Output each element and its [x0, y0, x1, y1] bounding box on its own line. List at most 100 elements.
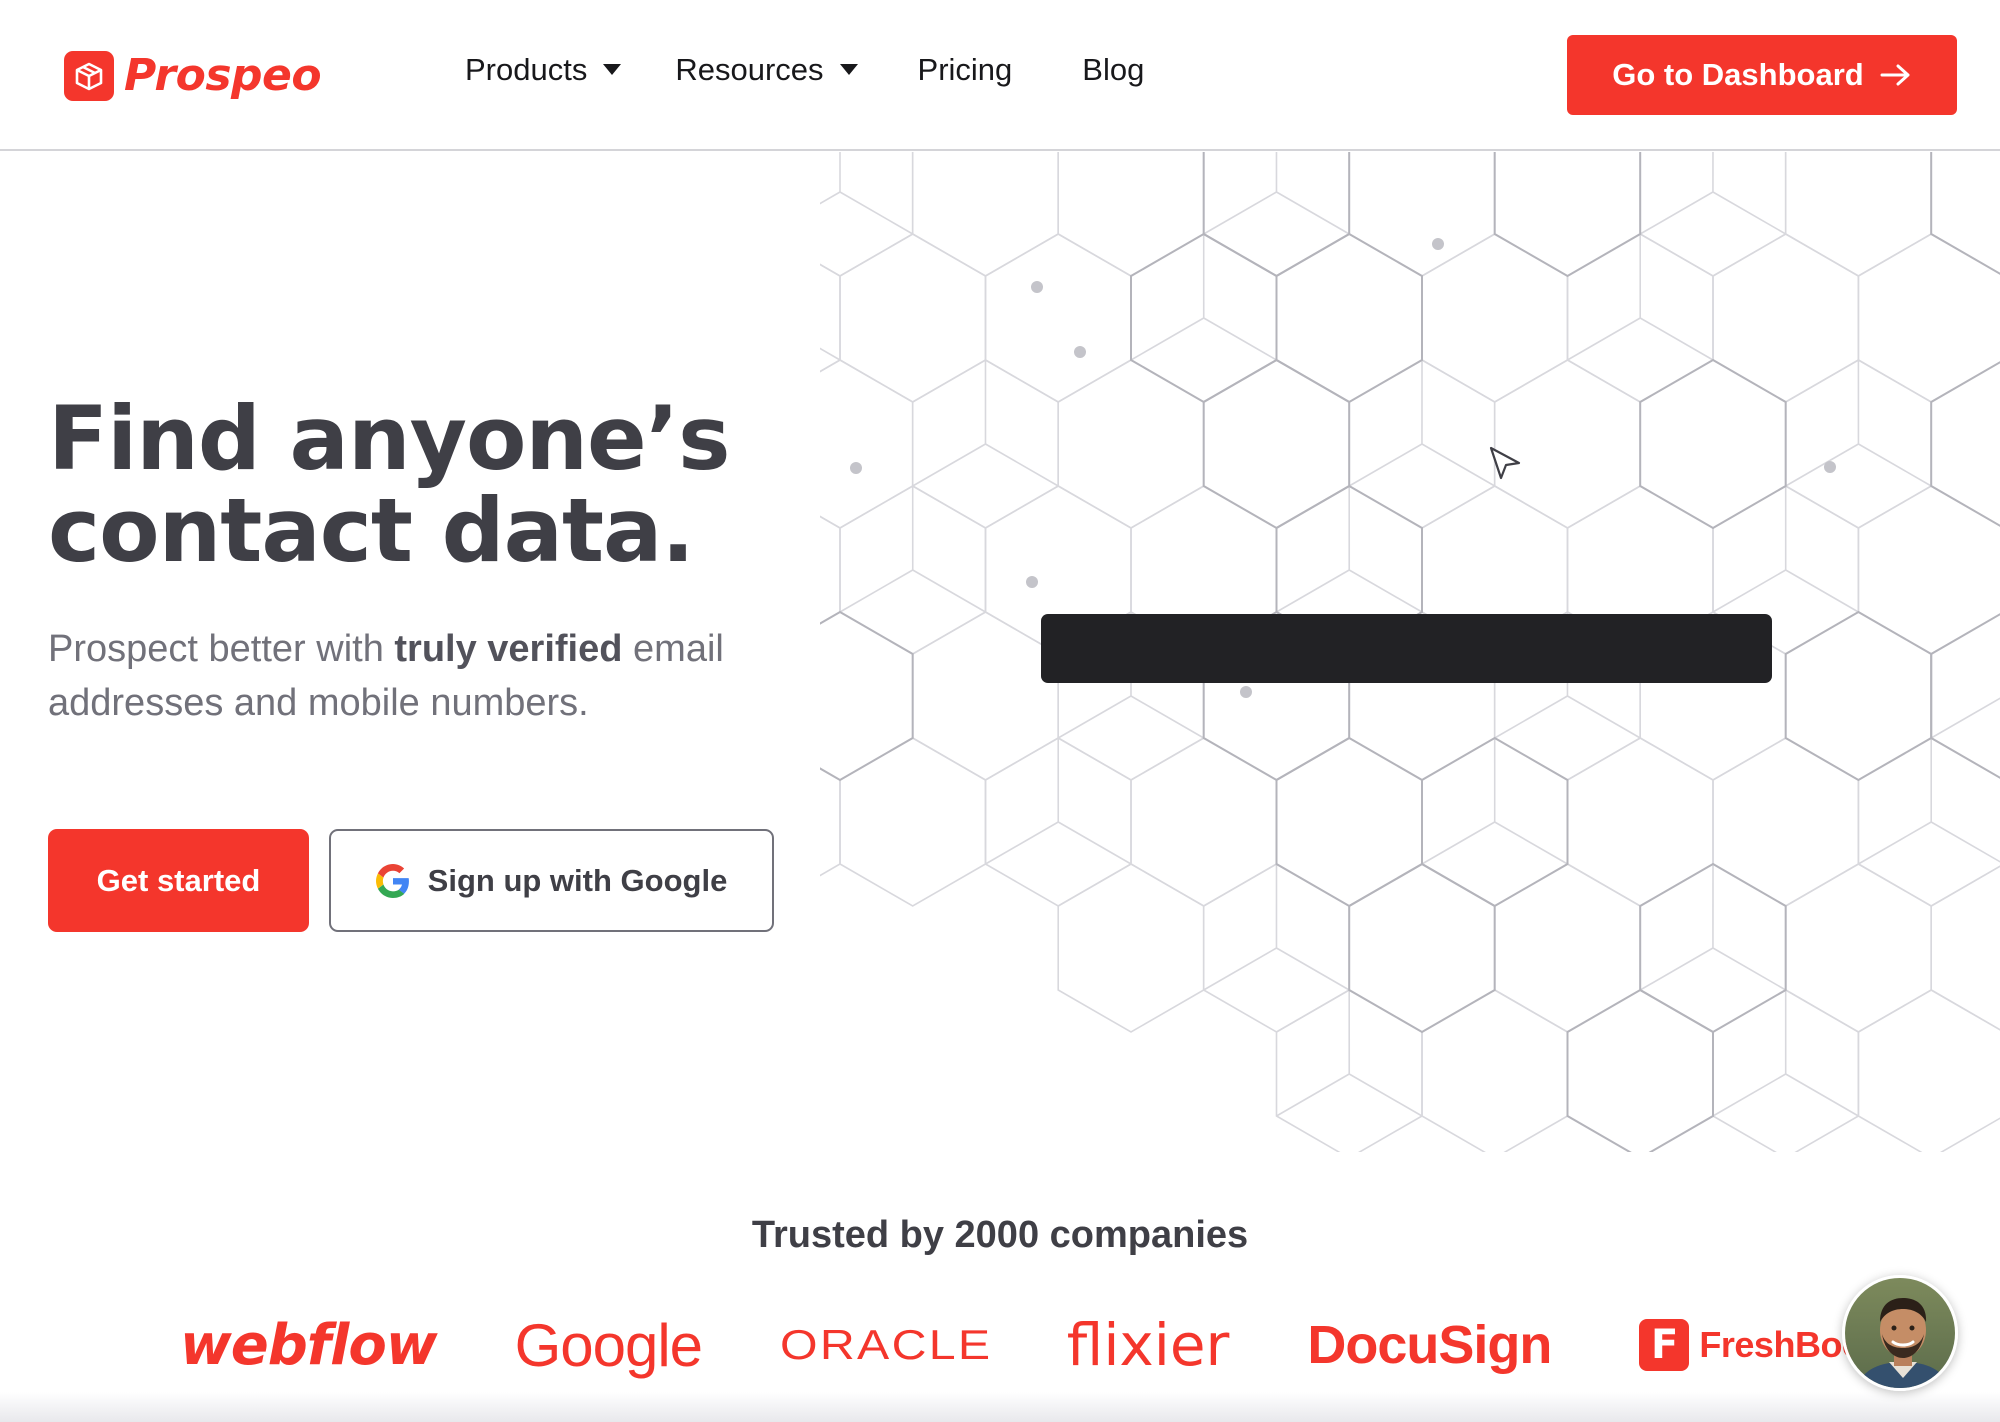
- hexagon-shape: [1421, 989, 1569, 1152]
- nav-resources-dropdown[interactable]: Resources: [675, 52, 858, 88]
- cube-edge-lines: [1858, 737, 2000, 865]
- cube-edge-lines: [1348, 359, 1496, 487]
- hexagon-shape: [820, 263, 841, 373]
- cube-edge-lines: [1203, 152, 1350, 235]
- cube-logo-icon: [64, 50, 114, 101]
- hexagon-shape: [1130, 737, 1278, 907]
- hexagon-shape: [1493, 359, 1641, 529]
- hexagon-shape: [1784, 610, 1933, 782]
- cube-edge-lines: [1276, 485, 1423, 613]
- cube-edge-lines: [1276, 989, 1423, 1117]
- hexagon-shape: [1857, 485, 2000, 655]
- get-started-label: Get started: [96, 862, 261, 898]
- brand-name: Prospeo: [124, 50, 322, 101]
- nav-products-label: Products: [465, 52, 588, 87]
- cube-edge-lines: [820, 152, 914, 235]
- nav-blog-link[interactable]: Blog: [1082, 52, 1144, 88]
- oracle-logo: ORACLE: [780, 1321, 993, 1368]
- hexagon-shape: [1057, 152, 1205, 277]
- trusted-by-heading: Trusted by 2000 companies: [751, 1214, 1249, 1256]
- cube-edge-lines: [1785, 359, 1932, 487]
- hexagon-shape: [1712, 737, 1860, 907]
- grid-node-dot: [1432, 238, 1444, 250]
- freshbooks-f-icon: F: [1639, 1319, 1690, 1371]
- hexagon-shape: [1275, 232, 1423, 404]
- nav-products-dropdown[interactable]: Products: [465, 52, 622, 88]
- page: Prospeo Products Resources Pricing Blog …: [0, 0, 2000, 1422]
- hexagon-shape: [1930, 152, 2000, 275]
- grid-node-dot: [1074, 346, 1086, 358]
- hexagon-shape: [1275, 736, 1423, 908]
- caret-down-icon: [839, 64, 858, 75]
- webflow-logo: webflow: [180, 1312, 438, 1378]
- hero-subtitle: Prospect better with truly verified emai…: [48, 622, 828, 730]
- chat-avatar-button[interactable]: [1842, 1275, 1958, 1391]
- hexagon-shape: [1421, 233, 1569, 403]
- hexagon-shape: [1202, 358, 1351, 530]
- hero-cta-row: Get started Sign up with Google: [48, 829, 774, 932]
- hexagon-shape: [1348, 152, 1496, 277]
- grid-node-dot: [1824, 461, 1836, 473]
- get-started-button[interactable]: Get started: [48, 829, 309, 932]
- hexagon-shape: [839, 233, 987, 403]
- google-g-icon: [375, 863, 409, 898]
- nav-pricing-link[interactable]: Pricing: [918, 52, 1013, 88]
- hexagon-shape: [1639, 358, 1787, 530]
- hexagon-shape: [1348, 862, 1496, 1034]
- hexagon-shape: [1493, 863, 1641, 1033]
- docusign-logo: DocuSign: [1307, 1315, 1552, 1375]
- hexagon-shape: [1857, 989, 2000, 1152]
- cube-edge-lines: [1130, 233, 1277, 361]
- hexagon-shape: [1930, 865, 2000, 1031]
- hexagon-shape: [911, 152, 1059, 277]
- cube-edge-lines: [1203, 863, 1350, 991]
- hexagon-shape: [1784, 863, 1932, 1033]
- hexagon-shape: [1857, 233, 2000, 403]
- top-navigation: Prospeo Products Resources Pricing Blog …: [0, 0, 2000, 151]
- avatar-chat-icon: [1845, 1278, 1955, 1388]
- hexagon-shape: [1057, 359, 1205, 529]
- cube-edge-lines: [1639, 152, 1787, 235]
- grid-node-dot: [1031, 281, 1043, 293]
- google-logo: Google: [514, 1311, 703, 1379]
- cube-edge-lines: [1567, 233, 1714, 361]
- dashboard-button-label: Go to Dashboard: [1612, 57, 1864, 92]
- hexagon-shape: [1493, 152, 1642, 278]
- hexagon-shape: [1566, 737, 1714, 907]
- google-button-label: Sign up with Google: [427, 862, 728, 898]
- hexagon-shape: [1857, 737, 2000, 907]
- hexagon-shape: [1930, 613, 2000, 779]
- cube-edge-lines: [1930, 697, 2000, 739]
- hexagon-shape: [839, 737, 987, 907]
- cube-edge-lines: [1712, 990, 1859, 1117]
- hexagon-shape: [1930, 361, 2000, 527]
- grid-node-dot: [1240, 686, 1252, 698]
- nav-resources-label: Resources: [675, 52, 824, 87]
- nav-pricing-label: Pricing: [917, 52, 1013, 87]
- caret-down-icon: [603, 64, 622, 75]
- hero-title: Find anyone’s contact data.: [48, 387, 731, 582]
- cube-edge-lines: [1421, 737, 1568, 865]
- hexagon-shape: [1784, 152, 1932, 277]
- flixier-logo: flixier: [1066, 1311, 1230, 1379]
- hexagon-shape: [820, 610, 914, 782]
- sign-up-with-google-button[interactable]: Sign up with Google: [329, 829, 774, 932]
- customer-logos-row: webflow Google ORACLE flixier DocuSign F…: [180, 1300, 1903, 1390]
- brand-logo[interactable]: Prospeo: [64, 50, 322, 101]
- arrow-right-icon: [1880, 64, 1910, 86]
- cube-edge-lines: [820, 347, 841, 361]
- cube-edge-lines: [985, 737, 1132, 865]
- hexagon-shape: [911, 611, 1059, 781]
- go-to-dashboard-button[interactable]: Go to Dashboard: [1567, 35, 1957, 115]
- hexagon-shape: [820, 152, 914, 277]
- hero-subtitle-prefix: Prospect better with: [48, 628, 395, 670]
- bottom-edge-shadow: [0, 1392, 2000, 1422]
- cube-edge-lines: [1639, 863, 1787, 991]
- hero-subtitle-bold: truly verified: [394, 628, 623, 670]
- nav-links: Products Resources Pricing Blog: [465, 52, 1144, 88]
- mouse-pointer-icon: [1489, 446, 1521, 480]
- cube-edge-lines: [1712, 486, 1859, 613]
- hexagon-shape: [984, 233, 1132, 403]
- hexagon-shape: [1566, 988, 1714, 1152]
- dark-overlay-bar: [1041, 614, 1772, 683]
